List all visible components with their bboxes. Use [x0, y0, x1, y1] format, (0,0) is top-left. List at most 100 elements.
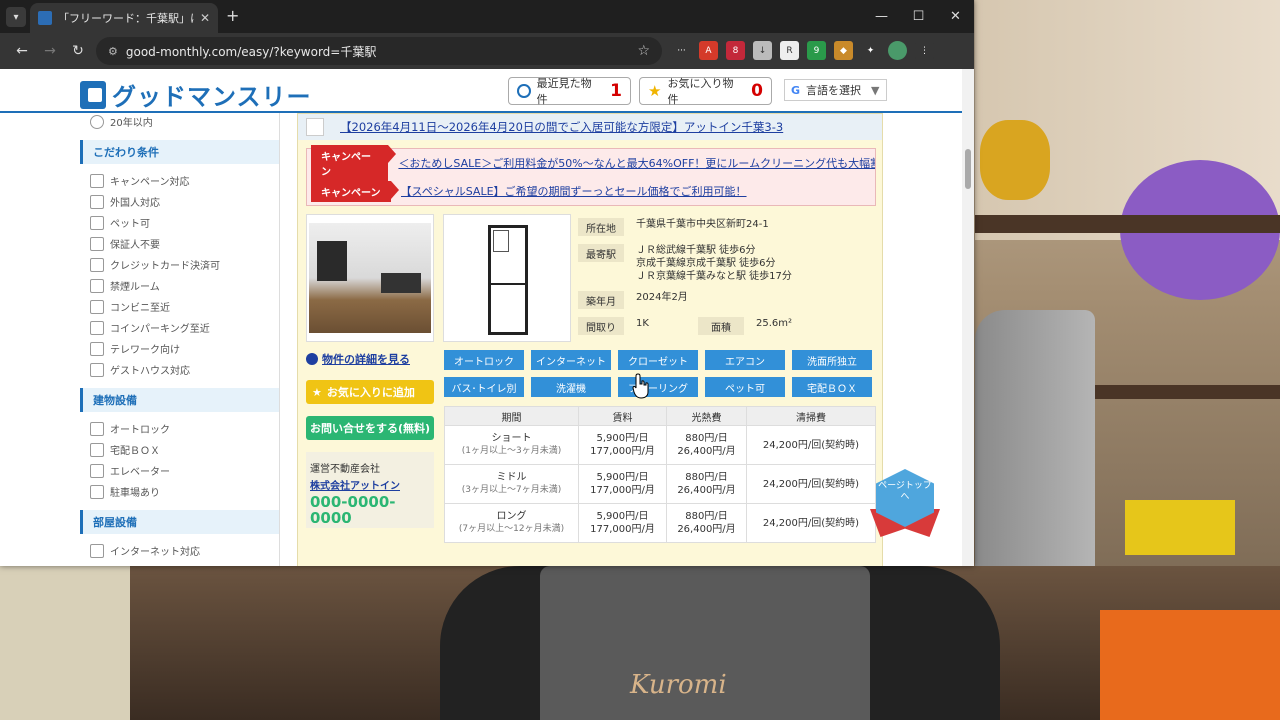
hand-cursor-icon [632, 373, 649, 399]
google-icon: G [791, 83, 801, 97]
feature-tag: エアコン [705, 350, 785, 370]
property-info: 所在地 千葉県千葉市中央区新町24-1 最寄駅 ＪＲ総武線千葉駅 徒歩6分 京成千… [578, 214, 876, 339]
filter-checkbox[interactable]: ゲストハウス対応 [80, 359, 279, 380]
extensions-puzzle-icon[interactable]: ✦ [861, 41, 880, 60]
filter-checkbox[interactable]: テレワーク向け [80, 338, 279, 359]
feature-tag: 宅配ＢＯＸ [792, 377, 872, 397]
room-photo[interactable] [306, 214, 434, 342]
address: 千葉県千葉市中央区新町24-1 [636, 219, 769, 230]
close-tab-icon[interactable]: ✕ [200, 11, 210, 25]
green-extension-icon[interactable]: 9 [807, 41, 826, 60]
site-info-icon[interactable]: ⚙ [108, 45, 118, 58]
add-favorite-button[interactable]: ★ お気に入りに追加 [306, 380, 434, 404]
campaign-tag: キャンペーン [311, 180, 398, 202]
language-select[interactable]: G 言語を選択 ▼ [784, 79, 887, 101]
active-tab[interactable]: 「フリーワード：千葉駅」に該当した ✕ [30, 3, 218, 33]
feature-tag: オートロック [444, 350, 524, 370]
extensions-bar: ··· A 8 ↓ R 9 ◆ ✦ ⋮ [672, 41, 934, 60]
favorites-button[interactable]: ★ お気に入り物件 0 [639, 77, 772, 106]
maximize-icon[interactable]: ☐ [900, 0, 937, 33]
campaign-link[interactable]: ＜おためしSALE＞ご利用料金が50%～なんと最大64%OFF！更にルームクリー… [398, 155, 875, 171]
section-title: 建物設備 [80, 388, 279, 412]
bookmark-star-icon[interactable]: ☆ [637, 43, 650, 59]
address-bar[interactable]: ⚙ good-monthly.com/easy/?keyword=千葉駅 ☆ [96, 37, 662, 65]
clock-icon [517, 84, 531, 98]
floor-plan-image[interactable] [443, 214, 571, 342]
feature-tag: インターネット [531, 350, 611, 370]
agency-info: 運営不動産会社 株式会社アットイン 000-0000-0000 [306, 452, 434, 528]
site-logo[interactable]: グッドマンスリー [80, 77, 312, 112]
filter-checkbox[interactable]: ペット可 [80, 212, 279, 233]
download-extension-icon[interactable]: ↓ [753, 41, 772, 60]
filter-checkbox[interactable]: 宅配ＢＯＸ [80, 439, 279, 460]
more-icon[interactable]: ··· [672, 41, 691, 60]
property-detail-link[interactable]: 物件の詳細を見る [306, 350, 434, 368]
filter-radio[interactable]: 20年以内 [80, 111, 279, 132]
feature-tag: クローゼット [618, 350, 698, 370]
pdf-extension-icon[interactable]: A [699, 41, 718, 60]
layout: 1K [636, 318, 649, 329]
page-top-button[interactable]: ページトップへ [870, 469, 940, 545]
browser-toolbar: ← → ↻ ⚙ good-monthly.com/easy/?keyword=千… [0, 33, 974, 69]
forward-icon[interactable]: → [36, 43, 64, 59]
property-card: 【2026年4月11日～2026年4月20日の間でご入居可能な方限定】アットイン… [297, 113, 883, 566]
property-title-bar: 【2026年4月11日～2026年4月20日の間でご入居可能な方限定】アットイン… [298, 114, 882, 140]
table-row: ロング (7ヶ月以上～12ヶ月未満) 5,900円/日 177,000円/月 880… [444, 503, 876, 543]
new-tab-icon[interactable]: + [226, 6, 239, 25]
orange-extension-icon[interactable]: ◆ [834, 41, 853, 60]
star-icon: ★ [648, 82, 662, 100]
agency-link[interactable]: 株式会社アットイン [310, 477, 430, 492]
filter-checkbox[interactable]: キャンペーン対応 [80, 170, 279, 191]
profile-avatar[interactable] [888, 41, 907, 60]
property-title-link[interactable]: 【2026年4月11日～2026年4月20日の間でご入居可能な方限定】アットイン… [340, 119, 783, 135]
tab-list-button[interactable]: ▾ [6, 7, 26, 27]
web-page: グッドマンスリー 最近見た物件 1 ★ お気に入り物件 0 G 言語を選択 ▼ … [0, 69, 974, 566]
close-window-icon[interactable]: ✕ [937, 0, 974, 33]
filter-checkbox[interactable]: コンビニ至近 [80, 296, 279, 317]
stations: ＪＲ総武線千葉駅 徒歩6分 京成千葉線京成千葉駅 徒歩6分 ＪＲ京葉線千葉みなと… [636, 245, 792, 282]
table-row: ショート (1ヶ月以上～3ヶ月未満) 5,900円/日 177,000円/月 880… [444, 425, 876, 465]
recent-count: 1 [610, 81, 622, 101]
filter-checkbox[interactable]: コインパーキング至近 [80, 317, 279, 338]
feature-tag: バス･トイレ別 [444, 377, 524, 397]
section-title: こだわり条件 [80, 140, 279, 164]
site-header: グッドマンスリー 最近見た物件 1 ★ お気に入り物件 0 G 言語を選択 ▼ [0, 69, 974, 113]
url-text: good-monthly.com/easy/?keyword=千葉駅 [125, 44, 377, 59]
filter-checkbox[interactable]: 外国人対応 [80, 191, 279, 212]
campaign-link[interactable]: 【スペシャルSALE】ご希望の期間ずーっとセール価格でご利用可能！ [401, 183, 747, 199]
feature-tag: ペット可 [705, 377, 785, 397]
page-scrollbar[interactable] [962, 69, 974, 566]
campaign-box: キャンペーン ＜おためしSALE＞ご利用料金が50%～なんと最大64%OFF！更… [306, 145, 876, 206]
filter-checkbox[interactable]: インターネット対応 [80, 540, 279, 561]
filter-checkbox[interactable]: クレジットカード決済可 [80, 254, 279, 275]
menu-dots-icon[interactable]: ⋮ [915, 41, 934, 60]
filter-sidebar: 20年以内 こだわり条件 キャンペーン対応 外国人対応 ペット可 保証人不要 ク… [80, 113, 280, 566]
property-checkbox[interactable] [306, 118, 324, 136]
campaign-tag: キャンペーン [311, 145, 397, 181]
area: 25.6m² [756, 318, 793, 329]
price-table: 期間 賃料 光熱費 清掃費 ショート (1ヶ月以上～3ヶ月未満) 5,900円/日… [444, 406, 876, 543]
logo-mark-icon [80, 80, 106, 109]
recent-properties-button[interactable]: 最近見た物件 1 [508, 77, 631, 106]
reload-icon[interactable]: ↻ [64, 43, 92, 59]
filter-checkbox[interactable]: 保証人不要 [80, 233, 279, 254]
browser-window: ▾ 「フリーワード：千葉駅」に該当した ✕ + — ☐ ✕ ← → ↻ ⚙ go… [0, 0, 974, 566]
agency-phone: 000-0000-0000 [310, 493, 396, 527]
filter-checkbox[interactable]: エレベーター [80, 460, 279, 481]
extension-badge-icon[interactable]: 8 [726, 41, 745, 60]
table-row: ミドル (3ヶ月以上～7ヶ月未満) 5,900円/日 177,000円/月 880円… [444, 464, 876, 504]
back-icon[interactable]: ← [8, 43, 36, 59]
apron-logo: Kuromi [630, 670, 727, 700]
feature-tags: オートロック インターネット クローゼット エアコン 洗面所独立 バス･トイレ別… [444, 350, 876, 397]
title-bar: ▾ 「フリーワード：千葉駅」に該当した ✕ + — ☐ ✕ [0, 0, 974, 33]
filter-checkbox[interactable]: 禁煙ルーム [80, 275, 279, 296]
inquiry-button[interactable]: お問い合せをする(無料) [306, 416, 434, 440]
filter-checkbox[interactable]: 駐車場あり [80, 481, 279, 502]
filter-checkbox[interactable]: オートロック [80, 418, 279, 439]
section-title: 部屋設備 [80, 510, 279, 534]
reader-extension-icon[interactable]: R [780, 41, 799, 60]
minimize-icon[interactable]: — [863, 0, 900, 33]
chevron-down-icon: ▼ [871, 83, 880, 97]
feature-tag: 洗濯機 [531, 377, 611, 397]
feature-tag: フローリング [618, 377, 698, 397]
